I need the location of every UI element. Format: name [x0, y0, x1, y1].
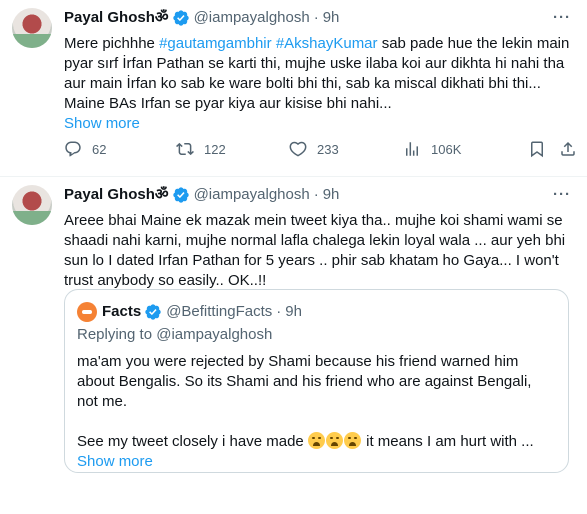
replying-to: Replying to @iampayalghosh	[77, 326, 273, 343]
tweet-header: Payal Ghoshॐ @iampayalghosh · 9h ···	[64, 185, 571, 205]
retweet-button[interactable]: 122	[176, 140, 226, 158]
tweet[interactable]: Payal Ghoshॐ @iampayalghosh · 9h ··· Are…	[0, 177, 587, 514]
loudly-crying-face-icon	[307, 432, 325, 449]
more-options-icon[interactable]: ···	[553, 8, 571, 28]
retweet-count: 122	[204, 141, 226, 157]
tweet[interactable]: Payal Ghoshॐ @iampayalghosh · 9h ··· Mer…	[0, 0, 587, 177]
quote-avatar	[77, 302, 97, 322]
separator-dot: ·	[276, 303, 282, 320]
author-handle[interactable]: @iampayalghosh	[194, 185, 310, 205]
heart-icon	[289, 141, 307, 157]
tweet-text: Areee bhai Maine ek mazak mein tweet kiy…	[64, 212, 566, 289]
author-handle[interactable]: @iampayalghosh	[194, 8, 310, 28]
views-count: 106K	[431, 141, 462, 157]
quoted-tweet[interactable]: Facts @BefittingFacts · 9h Replying to @…	[64, 289, 569, 473]
more-options-icon[interactable]: ···	[553, 185, 571, 205]
text-segment: Mere pichhhe	[64, 35, 160, 52]
tweet-actions: 62 122 233 106K	[64, 139, 575, 159]
reply-count: 62	[92, 141, 107, 157]
quote-author-name: Facts	[102, 303, 142, 320]
quote-author-handle: @BefittingFacts	[166, 303, 273, 320]
loudly-crying-face-icon	[343, 432, 361, 449]
reply-button[interactable]: 62	[64, 140, 106, 158]
tweet-time[interactable]: 9h	[323, 185, 340, 205]
tweet-content: Payal Ghoshॐ @iampayalghosh · 9h ··· Are…	[64, 185, 571, 514]
loudly-crying-face-icon	[325, 432, 343, 449]
like-count: 233	[317, 141, 339, 157]
separator-dot: ·	[313, 186, 319, 203]
author-name[interactable]: Payal Ghoshॐ	[64, 185, 169, 205]
retweet-icon	[176, 142, 194, 156]
views-button[interactable]: 106K	[403, 140, 461, 158]
author-name[interactable]: Payal Ghoshॐ	[64, 8, 169, 28]
tweet-header: Payal Ghoshॐ @iampayalghosh · 9h ···	[64, 8, 571, 28]
separator-dot: ·	[313, 9, 319, 26]
verified-badge-icon	[145, 304, 161, 320]
views-chart-icon	[406, 142, 418, 156]
tweet-time[interactable]: 9h	[323, 8, 340, 28]
verified-badge-icon	[172, 187, 189, 203]
quote-paragraph: ma'am you were rejected by Shami because…	[77, 353, 532, 410]
tweet-text: Mere pichhhe #gautamgambhir #AkshayKumar…	[64, 34, 571, 134]
verified-badge-icon	[172, 10, 189, 26]
quote-text: ma'am you were rejected by Shami because…	[77, 352, 556, 472]
show-more-link[interactable]: Show more	[77, 452, 556, 472]
bookmark-icon	[531, 141, 543, 158]
show-more-link[interactable]: Show more	[64, 114, 571, 134]
quote-time: 9h	[285, 303, 302, 320]
quote-paragraph: See my tweet closely i have made it mean…	[77, 432, 534, 450]
avatar[interactable]	[12, 185, 52, 225]
hashtag-link[interactable]: #AkshayKumar	[276, 35, 378, 52]
quote-header: Facts @BefittingFacts · 9h	[77, 302, 556, 322]
avatar[interactable]	[12, 8, 52, 48]
tweet-content: Payal Ghoshॐ @iampayalghosh · 9h ··· Mer…	[64, 8, 571, 134]
share-button[interactable]	[559, 140, 587, 158]
share-icon	[561, 141, 575, 156]
bookmark-button[interactable]	[528, 140, 556, 158]
hashtag-link[interactable]: #gautamgambhir	[159, 35, 272, 52]
reply-icon	[65, 141, 81, 157]
like-button[interactable]: 233	[289, 140, 339, 158]
